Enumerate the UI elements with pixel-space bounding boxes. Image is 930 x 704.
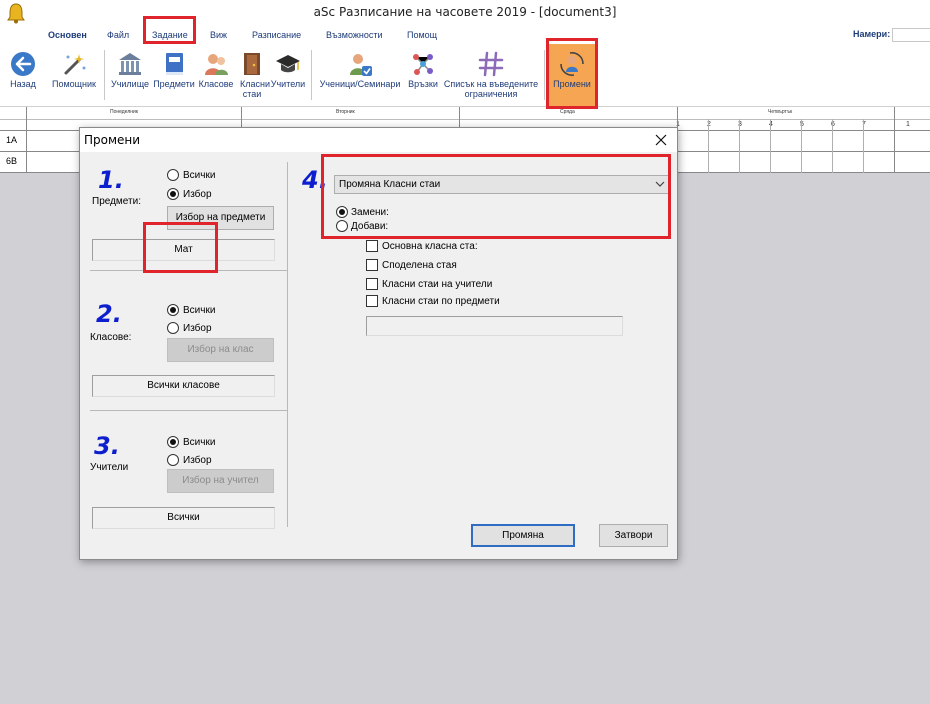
teachers-all-radio[interactable] xyxy=(167,436,179,448)
day-label: Четвъртък xyxy=(768,109,793,115)
highlight-subject-value xyxy=(143,222,218,273)
highlight-changes-button xyxy=(546,38,598,109)
classes-select-radio[interactable] xyxy=(167,322,179,334)
menu-view[interactable]: Виж xyxy=(210,30,227,40)
back-arrow-icon xyxy=(11,52,35,76)
window-title: aSc Разписание на часовете 2019 - [docum… xyxy=(313,5,617,19)
menu-timetable[interactable]: Разписание xyxy=(252,30,301,40)
teachers-button[interactable]: Учители xyxy=(268,44,308,107)
day-label: Сряда xyxy=(560,109,575,115)
book-icon xyxy=(166,53,183,75)
magic-wand-icon xyxy=(64,54,86,75)
subjects-caption: Предмети: xyxy=(92,196,141,207)
main-classroom-checkbox[interactable] xyxy=(366,240,378,252)
period-number: 2 xyxy=(707,121,711,128)
ribbon-toolbar: Назад Помощник Училище Предмети Класове … xyxy=(0,44,930,107)
highlight-zadanie-menu xyxy=(143,16,196,44)
students-seminars-button[interactable]: Ученици/Семинари xyxy=(316,44,404,107)
period-number: 6 xyxy=(831,121,835,128)
period-number: 4 xyxy=(769,121,773,128)
classes-value: Всички класове xyxy=(92,375,275,397)
title-bar: aSc Разписание на часовете 2019 - [docum… xyxy=(0,0,930,26)
step-number: 3. xyxy=(94,432,120,460)
hash-grid-icon xyxy=(478,51,504,77)
teachers-select-radio[interactable] xyxy=(167,454,179,466)
student-check-icon xyxy=(350,54,372,76)
wizard-button[interactable]: Помощник xyxy=(48,44,100,107)
teacher-rooms-checkbox[interactable] xyxy=(366,278,378,290)
step-number: 1. xyxy=(98,166,124,194)
subjects-all-radio[interactable] xyxy=(167,169,179,181)
day-label: Понеделник xyxy=(110,109,138,115)
menu-help[interactable]: Помощ xyxy=(407,30,437,40)
subjects-button[interactable]: Предмети xyxy=(152,44,196,107)
school-button[interactable]: Училище xyxy=(108,44,152,107)
highlight-change-options xyxy=(321,154,671,239)
relations-button[interactable]: Връзки xyxy=(404,44,442,107)
select-class-button[interactable]: Избор на клас xyxy=(167,338,274,362)
period-number: 7 xyxy=(862,121,866,128)
constraints-list-button[interactable]: Списък на въведените ограничения xyxy=(442,44,540,107)
teachers-value: Всички xyxy=(92,507,275,529)
shared-room-checkbox[interactable] xyxy=(366,259,378,271)
door-icon xyxy=(244,53,260,75)
day-label: Вторник xyxy=(336,109,355,115)
molecule-icon xyxy=(413,54,433,75)
rooms-value-field[interactable] xyxy=(366,316,623,336)
menu-bar: Основен Файл Задание Виж Разписание Възм… xyxy=(0,26,930,44)
subject-rooms-checkbox[interactable] xyxy=(366,295,378,307)
close-button[interactable]: Затвори xyxy=(599,524,668,547)
graduation-cap-icon xyxy=(276,55,300,73)
step-number: 2. xyxy=(96,300,122,328)
dialog-title: Промени xyxy=(84,133,141,147)
classes-caption: Класове: xyxy=(90,332,132,343)
students-icon xyxy=(205,54,228,75)
classrooms-button[interactable]: Класни стаи xyxy=(236,44,270,107)
find-input[interactable] xyxy=(892,28,930,42)
school-building-icon xyxy=(119,53,141,75)
period-number: 1 xyxy=(906,121,910,128)
teachers-caption: Учители xyxy=(90,462,129,473)
back-button[interactable]: Назад xyxy=(4,44,42,107)
select-teacher-button[interactable]: Избор на учител xyxy=(167,469,274,493)
menu-options[interactable]: Възможности xyxy=(326,30,383,40)
period-number: 5 xyxy=(800,121,804,128)
classes-all-radio[interactable] xyxy=(167,304,179,316)
classes-button[interactable]: Класове xyxy=(196,44,236,107)
menu-osnoven[interactable]: Основен xyxy=(48,30,87,40)
close-icon[interactable] xyxy=(652,131,670,149)
apply-change-button[interactable]: Промяна xyxy=(471,524,575,547)
menu-file[interactable]: Файл xyxy=(107,30,129,40)
subjects-select-radio[interactable] xyxy=(167,188,179,200)
find-label: Намери: xyxy=(853,29,891,39)
dialog-title-bar: Промени xyxy=(80,128,677,152)
period-number: 3 xyxy=(738,121,742,128)
